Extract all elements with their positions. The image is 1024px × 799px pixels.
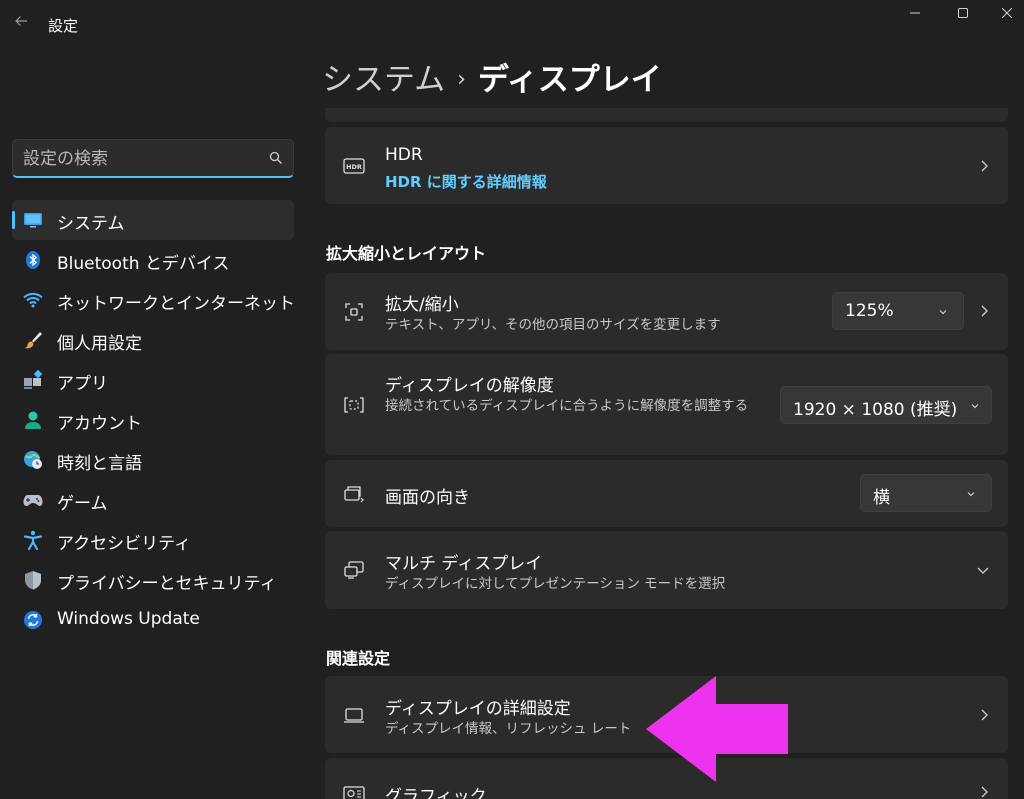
chevron-right-icon — [981, 709, 988, 721]
page-title: ディスプレイ — [477, 62, 662, 98]
hdr-info-link[interactable]: HDR に関する詳細情報 — [385, 171, 547, 192]
advanced-display-title: ディスプレイの詳細設定 — [385, 699, 571, 719]
resolution-title: ディスプレイの解像度 — [385, 376, 554, 396]
multi-display-card[interactable]: マルチ ディスプレイ ディスプレイに対してプレゼンテーション モードを選択 — [325, 531, 1008, 609]
wifi-icon — [23, 292, 43, 308]
orientation-icon — [344, 486, 364, 503]
multi-display-title: マルチ ディスプレイ — [385, 554, 543, 574]
sidebar-item-accessibility[interactable]: アクセシビリティ — [12, 520, 294, 560]
sidebar-item-apps[interactable]: アプリ — [12, 360, 294, 400]
sidebar-item-time-language[interactable]: 時刻と言語 — [12, 440, 294, 480]
resolution-icon — [344, 397, 364, 413]
sidebar-item-privacy-security[interactable]: プライバシーとセキュリティ — [12, 560, 294, 600]
scale-dropdown[interactable]: 125% — [832, 292, 964, 330]
accessibility-icon — [23, 530, 43, 550]
chevron-right-icon — [981, 160, 988, 172]
resolution-dropdown[interactable]: 1920 × 1080 (推奨) — [780, 386, 992, 424]
orientation-dropdown-value: 横 — [873, 488, 890, 508]
account-icon — [25, 411, 41, 429]
minimize-button[interactable] — [892, 0, 938, 26]
sidebar-item-label: Windows Update — [57, 609, 200, 629]
resolution-dropdown-value: 1920 × 1080 (推奨) — [793, 400, 958, 420]
sidebar-item-label: アカウント — [57, 414, 142, 434]
gamepad-icon — [23, 495, 43, 506]
sidebar-item-windows-update[interactable]: Windows Update — [12, 600, 294, 640]
close-button[interactable] — [984, 0, 1024, 26]
breadcrumb-separator: › — [457, 67, 466, 92]
sidebar-item-label: ネットワークとインターネット — [57, 294, 295, 314]
scrolled-card-edge — [325, 108, 1008, 122]
multi-display-subtitle: ディスプレイに対してプレゼンテーション モードを選択 — [385, 576, 726, 592]
sidebar-item-accounts[interactable]: アカウント — [12, 400, 294, 440]
multi-display-icon — [344, 561, 364, 579]
resolution-card: ディスプレイの解像度 接続されているディスプレイに合うように解像度を調整する 1… — [325, 354, 1008, 455]
sidebar-item-label: 時刻と言語 — [57, 454, 142, 474]
svg-text:HDR: HDR — [346, 163, 362, 171]
title-bar: 設定 — [0, 0, 1024, 48]
orientation-dropdown[interactable]: 横 — [860, 474, 992, 512]
monitor-icon — [24, 213, 42, 228]
scale-card[interactable]: 拡大/縮小 テキスト、アプリ、その他の項目のサイズを変更します 125% — [325, 273, 1008, 350]
chevron-right-icon — [981, 786, 988, 798]
section-title-scale-layout: 拡大縮小とレイアウト — [326, 244, 487, 263]
resolution-subtitle: 接続されているディスプレイに合うように解像度を調整する — [385, 398, 749, 414]
selection-indicator — [12, 211, 15, 229]
section-title-related: 関連設定 — [326, 649, 391, 668]
sidebar-item-personalization[interactable]: 個人用設定 — [12, 320, 294, 360]
sidebar-item-label: Bluetooth とデバイス — [57, 254, 230, 274]
chevron-down-icon[interactable] — [976, 563, 990, 577]
scale-icon — [345, 303, 363, 321]
orientation-card: 画面の向き 横 — [325, 460, 1008, 527]
hdr-card[interactable]: HDR HDR HDR に関する詳細情報 — [325, 127, 1008, 204]
sidebar-item-bluetooth[interactable]: Bluetooth とデバイス — [12, 240, 294, 280]
apps-icon — [24, 370, 43, 389]
bluetooth-icon — [26, 251, 40, 269]
orientation-title: 画面の向き — [385, 488, 470, 508]
scale-subtitle: テキスト、アプリ、その他の項目のサイズを変更します — [385, 317, 721, 333]
app-title: 設定 — [48, 17, 79, 35]
scale-title: 拡大/縮小 — [385, 295, 459, 315]
shield-icon — [25, 571, 41, 590]
sidebar-item-label: アクセシビリティ — [57, 534, 192, 554]
chevron-right-icon[interactable] — [977, 304, 991, 318]
sidebar-item-label: 個人用設定 — [57, 334, 142, 354]
search-box[interactable] — [12, 139, 294, 178]
sidebar-item-gaming[interactable]: ゲーム — [12, 480, 294, 520]
sidebar-item-label: ゲーム — [57, 494, 108, 514]
sidebar-nav: システム Bluetooth とデバイス ネットワークとインターネット 個人用設… — [12, 200, 295, 640]
sidebar-item-network[interactable]: ネットワークとインターネット — [12, 280, 295, 320]
sidebar-item-label: アプリ — [57, 374, 108, 394]
globe-clock-icon — [24, 451, 42, 469]
chevron-down-icon — [971, 404, 979, 409]
advanced-display-subtitle: ディスプレイ情報、リフレッシュ レート — [385, 721, 632, 737]
scale-dropdown-value: 125% — [845, 301, 894, 321]
monitor-icon — [344, 708, 364, 723]
update-icon — [24, 611, 42, 629]
annotation-arrow-icon — [646, 676, 788, 782]
minimize-icon — [910, 12, 920, 14]
breadcrumb-parent[interactable]: システム — [322, 62, 445, 98]
sidebar-item-label: プライバシーとセキュリティ — [57, 574, 277, 594]
chevron-down-icon — [967, 492, 975, 497]
graphics-card-icon — [343, 786, 365, 799]
maximize-icon — [958, 8, 968, 18]
maximize-button[interactable] — [940, 0, 986, 26]
breadcrumb: システム › ディスプレイ — [322, 54, 662, 99]
hdr-icon: HDR — [343, 158, 365, 174]
search-input[interactable] — [23, 146, 263, 172]
sidebar-item-system[interactable]: システム — [12, 200, 294, 240]
sidebar-item-label: システム — [57, 214, 125, 234]
chevron-down-icon — [939, 310, 947, 315]
graphics-title: グラフィック — [385, 787, 487, 799]
back-arrow-icon — [15, 16, 27, 26]
brush-icon — [24, 332, 42, 349]
hdr-title: HDR — [385, 145, 423, 165]
close-icon — [1002, 8, 1012, 18]
search-icon[interactable] — [269, 151, 283, 165]
back-button[interactable] — [8, 8, 34, 34]
